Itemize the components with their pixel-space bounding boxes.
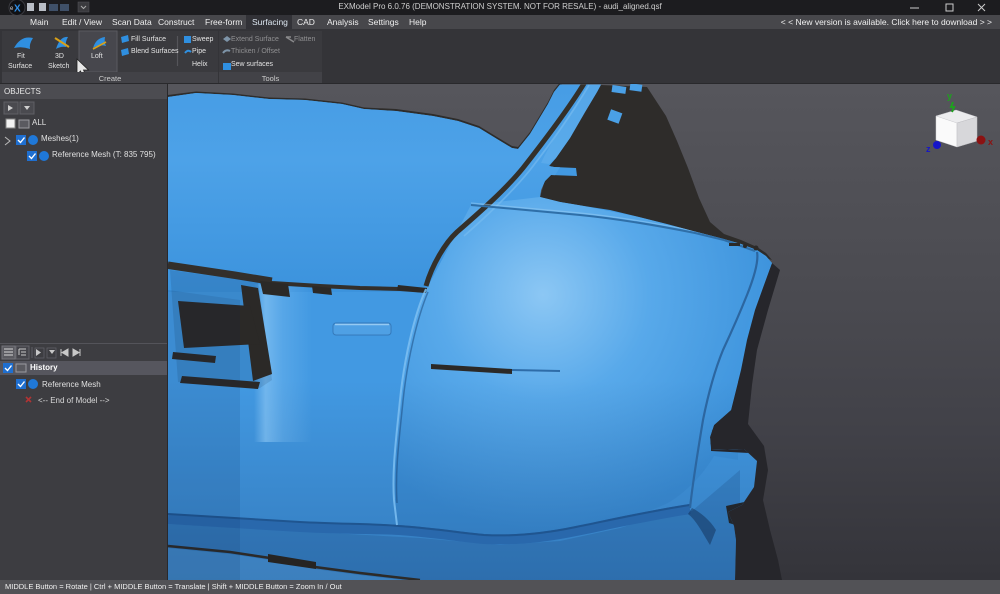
svg-text:z: z [926, 144, 931, 154]
svg-text:X: X [14, 4, 21, 15]
svg-text:x: x [988, 137, 993, 147]
svg-text:y: y [947, 91, 952, 101]
